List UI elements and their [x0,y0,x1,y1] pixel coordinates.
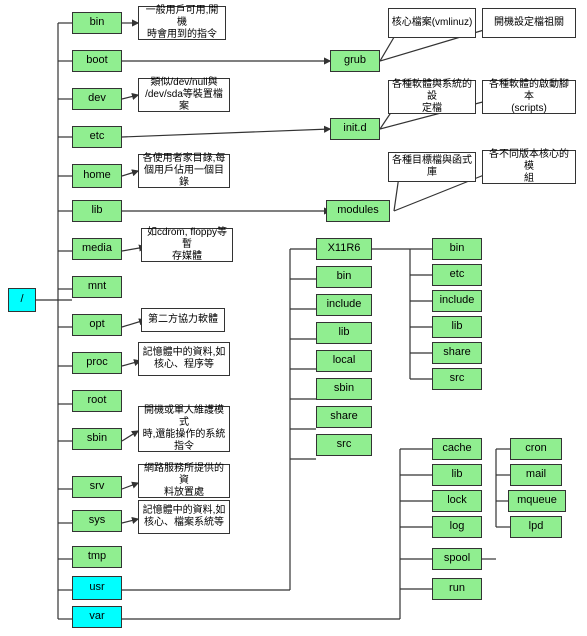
desc-initd-l: 各種軟體與系統的設定檔 [388,80,476,114]
spool-mqueue-node: mqueue [508,490,566,512]
usr-bin-node: bin [316,266,372,288]
sys-node: sys [72,510,122,532]
desc-media: 如cdrom, floppy等暫存媒體 [141,228,233,262]
root-node: / [8,288,36,312]
desc-bin: 一般用戶可用,開機時會用到的指令 [138,6,226,40]
opt-node: opt [72,314,122,336]
spool-mail-node: mail [510,464,562,486]
var-log-node: log [432,516,482,538]
usr-include-node: include [316,294,372,316]
srv-node: srv [72,476,122,498]
desc-proc: 記憶體中的資料,如核心、程序等 [138,342,230,376]
proc-node: proc [72,352,122,374]
desc-vmlinuz: 核心檔案(vmlinuz) [388,8,476,38]
desc-srv: 網路服務所提供的資料放置處 [138,464,230,498]
desc-initd-r: 各種軟體的啟動腳本(scripts) [482,80,576,114]
local-node: local [316,350,372,372]
lib-node: lib [72,200,122,222]
var-lib-node: lib [432,464,482,486]
dev-node: dev [72,88,122,110]
var-run-node: run [432,578,482,600]
grub-node: grub [330,50,380,72]
tmp-node: tmp [72,546,122,568]
desc-sbin: 開機或單人維護模式時,還能操作的系統指令 [138,406,230,452]
x11-src-node: src [432,368,482,390]
desc-home: 各使用者家目錄,每個用戶佔用一個目錄 [138,154,230,188]
x11-etc-node: etc [432,264,482,286]
media-node: media [72,238,122,260]
x11-lib-node: lib [432,316,482,338]
desc-opt: 第二方協力軟體 [141,308,225,332]
boot-node: boot [72,50,122,72]
x11r6-node: X11R6 [316,238,372,260]
diagram: / bin boot dev etc home lib media mnt op… [0,0,587,636]
spool-cron-node: cron [510,438,562,460]
usr-node: usr [72,576,122,600]
initd-node: init.d [330,118,380,140]
var-spool-node: spool [432,548,482,570]
desc-sys: 記憶體中的資料,如核心、檔案系統等 [138,500,230,534]
desc-modules-l: 各種目標檔與函式庫 [388,152,476,182]
usr-src-node: src [316,434,372,456]
var-lock-node: lock [432,490,482,512]
x11-include-node: include [432,290,482,312]
home-node: home [72,164,122,188]
etc-node: etc [72,126,122,148]
desc-modules-r: 各不同版本核心的模組 [482,150,576,184]
mnt-node: mnt [72,276,122,298]
bin-node: bin [72,12,122,34]
var-node: var [72,606,122,628]
x11-bin-node: bin [432,238,482,260]
usr-sbin-node: sbin [316,378,372,400]
modules-node: modules [326,200,390,222]
root-dir-node: root [72,390,122,412]
x11-share-node: share [432,342,482,364]
desc-grub-r: 開機設定檔祖關 [482,8,576,38]
desc-dev: 類似/dev/null與/dev/sda等裝置檔案 [138,78,230,112]
var-cache-node: cache [432,438,482,460]
spool-lpd-node: lpd [510,516,562,538]
sbin-node: sbin [72,428,122,450]
usr-lib-node: lib [316,322,372,344]
usr-share-node: share [316,406,372,428]
